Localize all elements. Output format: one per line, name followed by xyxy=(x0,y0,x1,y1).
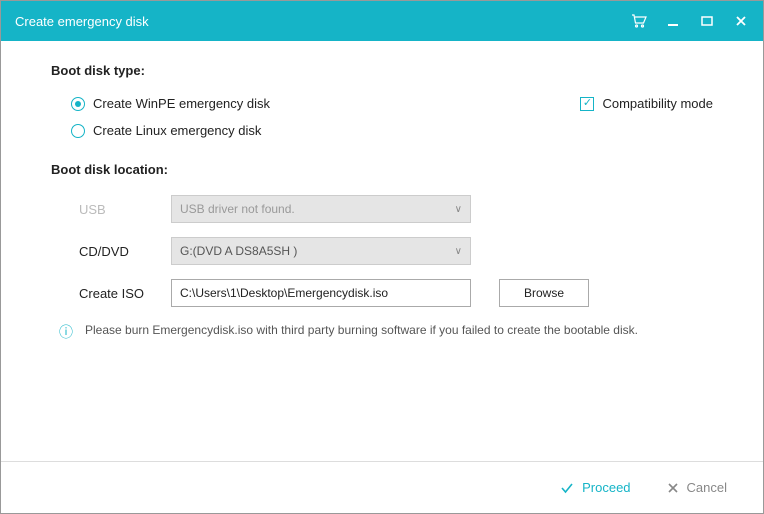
proceed-button[interactable]: Proceed xyxy=(560,480,630,495)
radio-linux-label: Create Linux emergency disk xyxy=(93,123,261,138)
proceed-label: Proceed xyxy=(582,480,630,495)
row-cd: CD/DVD G:(DVD A DS8A5SH ) ∨ xyxy=(51,237,713,265)
radio-cd-label: CD/DVD xyxy=(79,244,129,259)
boot-type-label: Boot disk type: xyxy=(51,63,713,78)
boot-type-row-2: Create Linux emergency disk xyxy=(51,123,713,138)
titlebar-controls xyxy=(631,13,749,29)
radio-winpe-label: Create WinPE emergency disk xyxy=(93,96,270,111)
info-note: ⓘ Please burn Emergencydisk.iso with thi… xyxy=(51,321,713,343)
radio-winpe[interactable]: Create WinPE emergency disk xyxy=(71,96,270,111)
chevron-down-icon[interactable]: ∨ xyxy=(455,246,462,257)
select-usb: USB driver not found. ∨ xyxy=(171,195,471,223)
select-cd-text: G:(DVD A DS8A5SH ) xyxy=(180,244,297,258)
row-iso: Create ISO C:\Users\1\Desktop\Emergencyd… xyxy=(51,279,713,307)
info-note-text: Please burn Emergencydisk.iso with third… xyxy=(85,321,638,343)
chevron-down-icon: ∨ xyxy=(455,204,462,215)
radio-cd[interactable]: CD/DVD xyxy=(71,244,171,259)
titlebar: Create emergency disk xyxy=(1,1,763,41)
info-icon: ⓘ xyxy=(59,322,73,343)
radio-usb-label: USB xyxy=(79,202,106,217)
radio-usb: USB xyxy=(71,202,171,217)
select-usb-text: USB driver not found. xyxy=(180,202,295,216)
iso-path-input[interactable]: C:\Users\1\Desktop\Emergencydisk.iso xyxy=(171,279,471,307)
browse-button[interactable]: Browse xyxy=(499,279,589,307)
select-cd[interactable]: G:(DVD A DS8A5SH ) ∨ xyxy=(171,237,471,265)
radio-iso-label: Create ISO xyxy=(79,286,144,301)
cancel-label: Cancel xyxy=(687,480,727,495)
radio-iso[interactable]: Create ISO xyxy=(71,286,171,301)
close-button[interactable] xyxy=(733,13,749,29)
boot-location-label: Boot disk location: xyxy=(51,162,713,177)
radio-linux[interactable]: Create Linux emergency disk xyxy=(71,123,713,138)
boot-type-row-1: Create WinPE emergency disk ✓ Compatibil… xyxy=(51,96,713,111)
browse-button-label: Browse xyxy=(524,286,564,300)
footer: Proceed Cancel xyxy=(1,461,763,513)
minimize-button[interactable] xyxy=(665,13,681,29)
checkbox-compat[interactable]: ✓ Compatibility mode xyxy=(580,96,713,111)
checkbox-compat-label: Compatibility mode xyxy=(602,96,713,111)
iso-path-text: C:\Users\1\Desktop\Emergencydisk.iso xyxy=(180,286,388,300)
content-area: Boot disk type: Create WinPE emergency d… xyxy=(1,41,763,461)
cart-icon[interactable] xyxy=(631,13,647,29)
window-title: Create emergency disk xyxy=(15,14,631,29)
cancel-button[interactable]: Cancel xyxy=(667,480,727,495)
window: Create emergency disk Boot disk type: xyxy=(0,0,764,514)
row-usb: USB USB driver not found. ∨ xyxy=(51,195,713,223)
maximize-button[interactable] xyxy=(699,13,715,29)
